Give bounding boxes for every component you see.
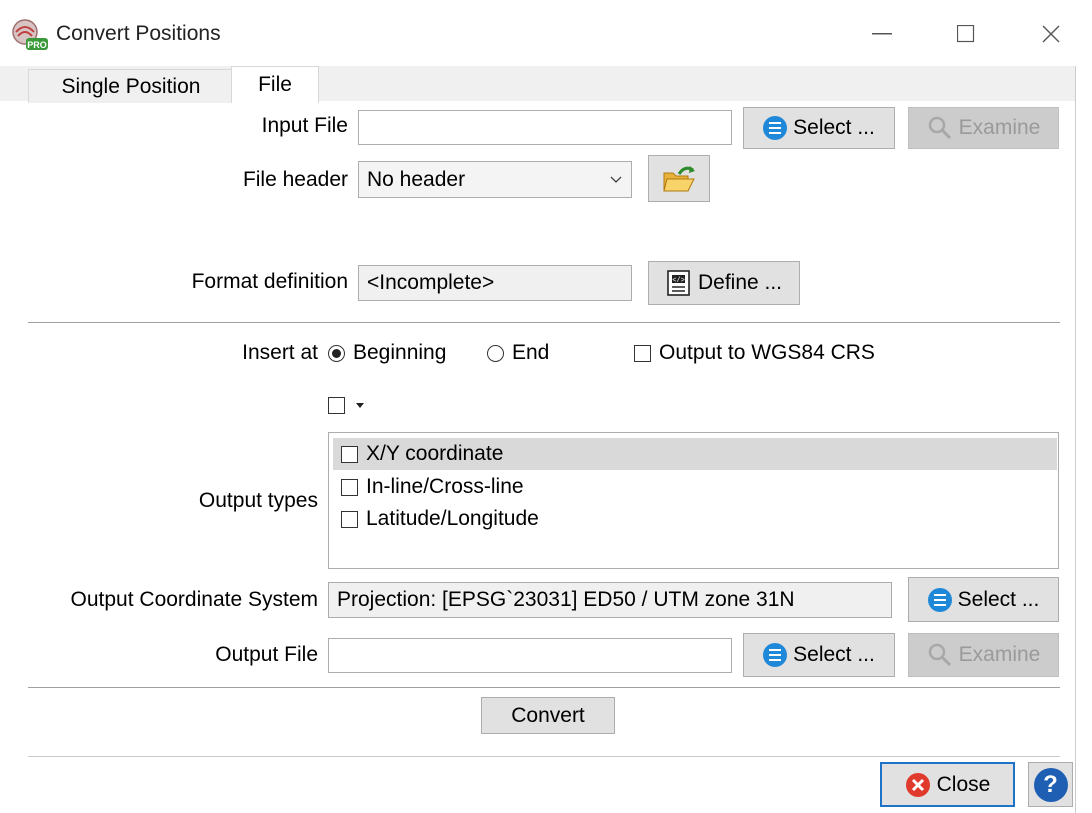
insert-end-label: End <box>512 341 550 364</box>
insert-at-label: Insert at <box>242 341 318 364</box>
help-button[interactable]: ? <box>1028 762 1073 807</box>
tab-single-position[interactable]: Single Position <box>28 69 234 103</box>
close-window-button[interactable] <box>1031 18 1071 50</box>
app-icon: PRO <box>10 18 50 52</box>
format-definition-field: <Incomplete> <box>358 265 632 301</box>
inline-crossline-label: In-line/Cross-line <box>366 475 524 498</box>
input-file-field[interactable] <box>358 110 732 145</box>
xy-label: X/Y coordinate <box>366 442 504 465</box>
select-all-checkbox[interactable] <box>328 397 345 414</box>
inline-crossline-checkbox[interactable] <box>341 478 358 496</box>
input-file-select-button[interactable]: Select ... <box>743 107 895 149</box>
input-file-examine-label: Examine <box>958 116 1041 139</box>
caret-down-icon[interactable] <box>353 401 367 411</box>
input-file-select-label: Select ... <box>793 116 875 139</box>
lat-long-label: Latitude/Longitude <box>366 507 539 530</box>
svg-text:PRO: PRO <box>27 40 47 50</box>
wgs84-checkbox[interactable] <box>634 344 651 362</box>
separator <box>28 756 1060 757</box>
list-icon <box>763 643 788 667</box>
output-file-select-button[interactable]: Select ... <box>743 633 895 677</box>
list-item[interactable]: In-line/Cross-line <box>333 471 1057 503</box>
wgs84-label: Output to WGS84 CRS <box>659 341 875 364</box>
open-folder-button[interactable] <box>648 155 710 202</box>
file-header-value: No header <box>367 167 466 191</box>
output-types-list[interactable]: X/Y coordinate In-line/Cross-line Latitu… <box>328 432 1059 569</box>
separator <box>28 687 1060 688</box>
tab-file[interactable]: File <box>231 66 319 103</box>
open-folder-icon <box>663 165 695 191</box>
insert-beginning-label: Beginning <box>353 341 447 364</box>
insert-end-option[interactable]: End <box>487 341 549 365</box>
minimize-button[interactable] <box>862 18 902 50</box>
output-wgs84-option[interactable]: Output to WGS84 CRS <box>634 341 875 365</box>
output-types-label: Output types <box>198 489 318 512</box>
list-icon <box>763 116 788 140</box>
magnifier-icon <box>928 116 951 140</box>
define-label: Define ... <box>697 271 783 294</box>
output-crs-field: Projection: [EPSG`23031] ED50 / UTM zone… <box>328 582 892 618</box>
list-item[interactable]: X/Y coordinate <box>333 438 1057 470</box>
format-definition-label: Format definition <box>191 270 348 293</box>
output-file-field[interactable] <box>328 638 732 673</box>
output-file-examine-button[interactable]: Examine <box>908 633 1059 677</box>
output-crs-label: Output Coordinate System <box>70 588 318 611</box>
insert-beginning-option[interactable]: Beginning <box>328 341 446 365</box>
chevron-down-icon <box>610 176 622 183</box>
list-item[interactable]: Latitude/Longitude <box>333 503 1057 535</box>
help-icon: ? <box>1033 767 1068 802</box>
convert-button[interactable]: Convert <box>481 697 615 734</box>
document-code-icon: </> <box>667 270 690 296</box>
output-crs-select-button[interactable]: Select ... <box>908 577 1059 622</box>
svg-text:</>: </> <box>672 277 685 285</box>
file-header-label: File header <box>242 168 348 191</box>
lat-long-checkbox[interactable] <box>341 510 358 528</box>
file-header-dropdown[interactable]: No header <box>358 161 632 198</box>
separator <box>28 322 1060 323</box>
window-title: Convert Positions <box>56 22 221 45</box>
list-icon <box>927 587 952 612</box>
close-circle-icon <box>905 772 930 797</box>
output-file-examine-label: Examine <box>958 643 1041 666</box>
input-file-label: Input File <box>261 114 348 137</box>
output-crs-select-label: Select ... <box>957 587 1040 611</box>
radio-end[interactable] <box>487 344 504 362</box>
output-file-select-label: Select ... <box>793 643 875 666</box>
select-all-toggle[interactable] <box>328 397 367 414</box>
define-button[interactable]: </> Define ... <box>648 261 800 305</box>
maximize-button[interactable] <box>946 18 986 50</box>
close-label: Close <box>936 772 991 796</box>
magnifier-icon <box>928 643 951 667</box>
output-file-label: Output File <box>215 643 318 666</box>
xy-checkbox[interactable] <box>341 445 358 463</box>
close-button[interactable]: Close <box>880 762 1015 807</box>
input-file-examine-button[interactable]: Examine <box>908 107 1059 149</box>
radio-beginning[interactable] <box>328 344 345 362</box>
